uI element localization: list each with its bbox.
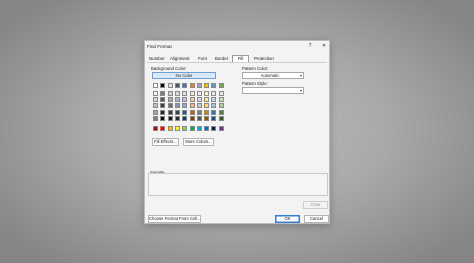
color-swatch[interactable] — [204, 103, 210, 109]
color-swatch[interactable] — [174, 83, 180, 88]
more-colors-button[interactable]: More Colors... — [183, 138, 214, 146]
cancel-button[interactable]: Cancel — [304, 215, 329, 223]
color-swatch[interactable] — [204, 97, 210, 103]
color-swatch[interactable] — [153, 109, 158, 115]
background-color-label: Background Color: — [151, 66, 187, 71]
color-swatch[interactable] — [204, 109, 210, 115]
color-swatch[interactable] — [218, 83, 224, 88]
color-swatch[interactable] — [160, 91, 166, 96]
color-swatch[interactable] — [167, 83, 173, 88]
clear-button[interactable]: Clear — [303, 201, 328, 209]
color-swatch[interactable] — [182, 83, 188, 88]
color-swatch[interactable] — [153, 115, 158, 121]
color-swatch[interactable] — [218, 126, 224, 131]
dialog-titlebar[interactable]: Find Format ? ✕ — [145, 41, 329, 52]
color-swatch[interactable] — [196, 109, 202, 115]
color-swatch[interactable] — [189, 103, 195, 109]
color-swatch[interactable] — [167, 115, 173, 121]
color-swatch[interactable] — [153, 97, 158, 103]
color-swatch[interactable] — [153, 126, 158, 131]
chevron-down-icon: ▾ — [299, 88, 302, 93]
tab-divider — [147, 62, 327, 63]
color-swatch[interactable] — [182, 97, 188, 103]
color-swatch[interactable] — [211, 115, 217, 121]
color-swatch[interactable] — [160, 126, 166, 131]
color-swatch[interactable] — [160, 115, 166, 121]
color-swatch[interactable] — [189, 83, 195, 88]
color-swatch[interactable] — [189, 126, 195, 131]
sample-preview — [148, 173, 328, 196]
pattern-style-select[interactable]: ▾ — [242, 87, 304, 94]
color-swatch[interactable] — [189, 97, 195, 103]
chevron-down-icon: ▾ — [299, 73, 302, 78]
pattern-color-select[interactable]: Automatic ▾ — [242, 72, 304, 79]
color-swatch[interactable] — [204, 91, 210, 96]
color-swatch[interactable] — [218, 97, 224, 103]
pattern-color-label: Pattern Color: — [242, 66, 269, 71]
close-icon[interactable]: ✕ — [320, 42, 328, 50]
color-swatch[interactable] — [174, 109, 180, 115]
choose-format-from-cell-button[interactable]: Choose Format From Cell... — [148, 215, 201, 223]
pattern-style-label: Pattern Style: — [242, 81, 268, 86]
color-swatch[interactable] — [174, 91, 180, 96]
color-swatch[interactable] — [174, 97, 180, 103]
color-swatch[interactable] — [182, 91, 188, 96]
color-swatch[interactable] — [189, 109, 195, 115]
color-swatch[interactable] — [211, 109, 217, 115]
help-icon[interactable]: ? — [306, 42, 314, 50]
color-swatch[interactable] — [189, 115, 195, 121]
color-swatch[interactable] — [167, 97, 173, 103]
color-swatch[interactable] — [211, 97, 217, 103]
color-swatch[interactable] — [174, 115, 180, 121]
color-swatch[interactable] — [153, 91, 158, 96]
color-swatch[interactable] — [211, 103, 217, 109]
no-color-button[interactable]: No Color — [152, 72, 216, 79]
color-swatch[interactable] — [182, 109, 188, 115]
color-swatch[interactable] — [204, 83, 210, 88]
fill-effects-button[interactable]: Fill Effects... — [152, 138, 179, 146]
color-swatch[interactable] — [182, 103, 188, 109]
color-swatch[interactable] — [211, 126, 217, 131]
color-swatch[interactable] — [153, 103, 158, 109]
color-swatch[interactable] — [196, 126, 202, 131]
color-swatch[interactable] — [196, 115, 202, 121]
color-swatch[interactable] — [160, 103, 166, 109]
color-swatch[interactable] — [204, 126, 210, 131]
dialog-title: Find Format — [147, 44, 172, 49]
color-swatch[interactable] — [196, 97, 202, 103]
color-swatch[interactable] — [196, 91, 202, 96]
color-swatch[interactable] — [174, 103, 180, 109]
color-swatch[interactable] — [174, 126, 180, 131]
color-swatch[interactable] — [182, 126, 188, 131]
color-swatch[interactable] — [204, 115, 210, 121]
color-swatch[interactable] — [153, 83, 158, 88]
color-swatch[interactable] — [167, 91, 173, 96]
pattern-color-value: Automatic — [260, 73, 280, 78]
color-swatch[interactable] — [218, 91, 224, 96]
color-swatch[interactable] — [211, 91, 217, 96]
color-swatch[interactable] — [167, 109, 173, 115]
color-swatch[interactable] — [167, 126, 173, 131]
color-swatch[interactable] — [218, 115, 224, 121]
color-swatch[interactable] — [167, 103, 173, 109]
color-swatch[interactable] — [196, 103, 202, 109]
color-swatch[interactable] — [160, 109, 166, 115]
color-swatch[interactable] — [218, 109, 224, 115]
color-swatch[interactable] — [160, 83, 166, 88]
color-swatch[interactable] — [196, 83, 202, 88]
find-format-dialog: Find Format ? ✕ Number Alignment Font Bo… — [144, 40, 330, 224]
color-swatch[interactable] — [182, 115, 188, 121]
color-swatch[interactable] — [189, 91, 195, 96]
ok-button[interactable]: OK — [275, 215, 300, 223]
color-swatch[interactable] — [211, 83, 217, 88]
color-swatch[interactable] — [160, 97, 166, 103]
color-swatch[interactable] — [218, 103, 224, 109]
